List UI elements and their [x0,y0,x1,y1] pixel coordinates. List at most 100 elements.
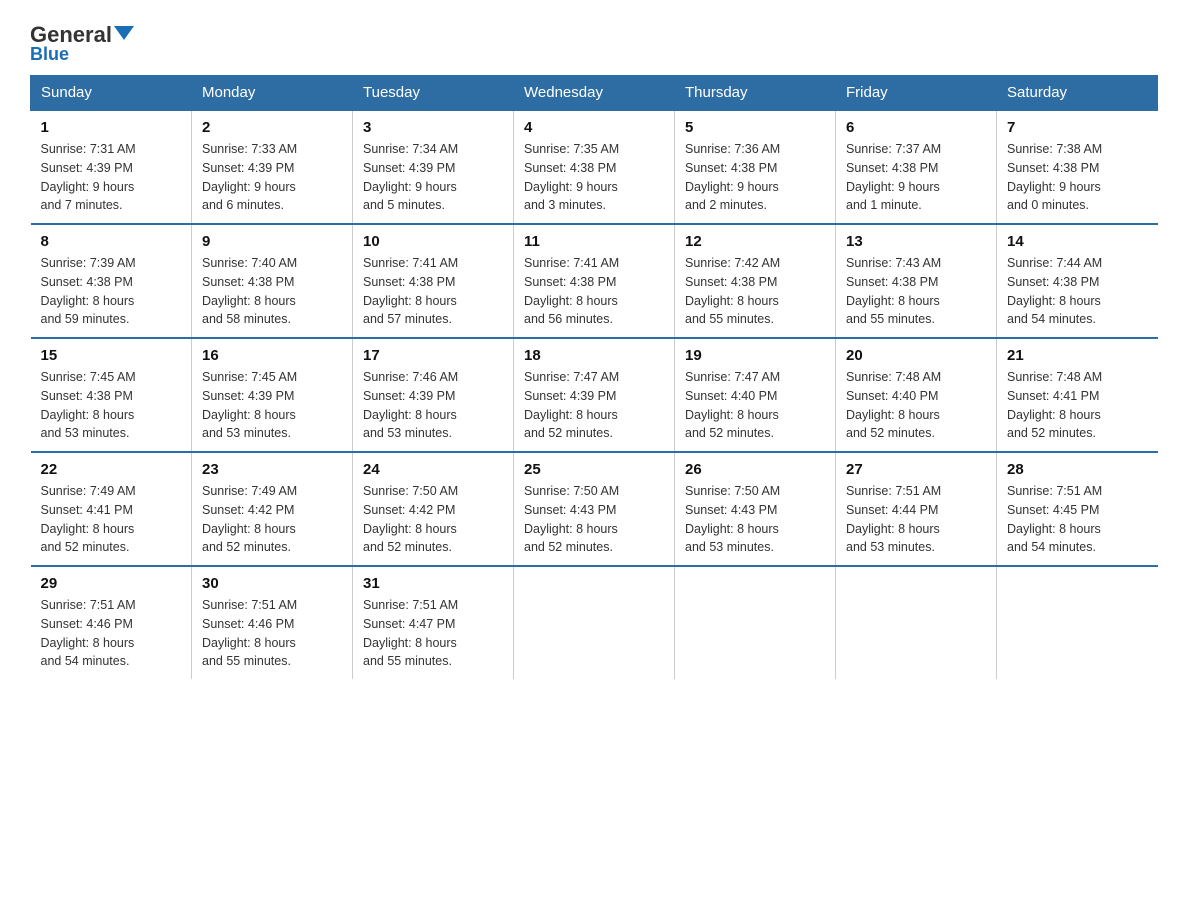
day-number: 16 [202,347,342,364]
calendar-cell: 14 Sunrise: 7:44 AMSunset: 4:38 PMDaylig… [997,224,1158,338]
calendar-cell: 9 Sunrise: 7:40 AMSunset: 4:38 PMDayligh… [192,224,353,338]
calendar-cell: 13 Sunrise: 7:43 AMSunset: 4:38 PMDaylig… [836,224,997,338]
day-info: Sunrise: 7:49 AMSunset: 4:42 PMDaylight:… [202,482,342,557]
day-info: Sunrise: 7:48 AMSunset: 4:40 PMDaylight:… [846,368,986,443]
calendar-cell [836,566,997,679]
day-info: Sunrise: 7:39 AMSunset: 4:38 PMDaylight:… [41,254,182,329]
day-info: Sunrise: 7:41 AMSunset: 4:38 PMDaylight:… [363,254,503,329]
calendar-week-row: 29 Sunrise: 7:51 AMSunset: 4:46 PMDaylig… [31,566,1158,679]
calendar-cell: 17 Sunrise: 7:46 AMSunset: 4:39 PMDaylig… [353,338,514,452]
calendar-week-row: 22 Sunrise: 7:49 AMSunset: 4:41 PMDaylig… [31,452,1158,566]
calendar-cell: 2 Sunrise: 7:33 AMSunset: 4:39 PMDayligh… [192,110,353,224]
calendar-cell: 23 Sunrise: 7:49 AMSunset: 4:42 PMDaylig… [192,452,353,566]
day-number: 15 [41,347,182,364]
day-info: Sunrise: 7:50 AMSunset: 4:43 PMDaylight:… [524,482,664,557]
calendar-cell: 5 Sunrise: 7:36 AMSunset: 4:38 PMDayligh… [675,110,836,224]
day-number: 28 [1007,461,1148,478]
day-number: 27 [846,461,986,478]
day-number: 12 [685,233,825,250]
day-info: Sunrise: 7:50 AMSunset: 4:42 PMDaylight:… [363,482,503,557]
calendar-cell: 8 Sunrise: 7:39 AMSunset: 4:38 PMDayligh… [31,224,192,338]
day-info: Sunrise: 7:45 AMSunset: 4:39 PMDaylight:… [202,368,342,443]
calendar-cell: 7 Sunrise: 7:38 AMSunset: 4:38 PMDayligh… [997,110,1158,224]
calendar-cell: 31 Sunrise: 7:51 AMSunset: 4:47 PMDaylig… [353,566,514,679]
day-number: 1 [41,119,182,136]
calendar-cell: 12 Sunrise: 7:42 AMSunset: 4:38 PMDaylig… [675,224,836,338]
logo: General Blue [30,24,134,65]
calendar-cell: 1 Sunrise: 7:31 AMSunset: 4:39 PMDayligh… [31,110,192,224]
day-info: Sunrise: 7:38 AMSunset: 4:38 PMDaylight:… [1007,140,1148,215]
day-info: Sunrise: 7:51 AMSunset: 4:46 PMDaylight:… [41,596,182,671]
day-number: 11 [524,233,664,250]
day-info: Sunrise: 7:35 AMSunset: 4:38 PMDaylight:… [524,140,664,215]
day-number: 29 [41,575,182,592]
day-number: 21 [1007,347,1148,364]
day-number: 6 [846,119,986,136]
day-info: Sunrise: 7:34 AMSunset: 4:39 PMDaylight:… [363,140,503,215]
day-number: 4 [524,119,664,136]
calendar-week-row: 15 Sunrise: 7:45 AMSunset: 4:38 PMDaylig… [31,338,1158,452]
day-number: 10 [363,233,503,250]
day-number: 14 [1007,233,1148,250]
calendar-cell: 16 Sunrise: 7:45 AMSunset: 4:39 PMDaylig… [192,338,353,452]
calendar-header-row: SundayMondayTuesdayWednesdayThursdayFrid… [31,76,1158,111]
day-number: 23 [202,461,342,478]
day-number: 20 [846,347,986,364]
calendar-cell: 22 Sunrise: 7:49 AMSunset: 4:41 PMDaylig… [31,452,192,566]
calendar-cell [997,566,1158,679]
header-saturday: Saturday [997,76,1158,111]
day-number: 30 [202,575,342,592]
calendar-cell: 19 Sunrise: 7:47 AMSunset: 4:40 PMDaylig… [675,338,836,452]
day-number: 7 [1007,119,1148,136]
calendar-cell: 28 Sunrise: 7:51 AMSunset: 4:45 PMDaylig… [997,452,1158,566]
calendar-cell: 11 Sunrise: 7:41 AMSunset: 4:38 PMDaylig… [514,224,675,338]
day-number: 19 [685,347,825,364]
day-number: 17 [363,347,503,364]
calendar-cell: 21 Sunrise: 7:48 AMSunset: 4:41 PMDaylig… [997,338,1158,452]
header-wednesday: Wednesday [514,76,675,111]
calendar-cell: 25 Sunrise: 7:50 AMSunset: 4:43 PMDaylig… [514,452,675,566]
day-info: Sunrise: 7:46 AMSunset: 4:39 PMDaylight:… [363,368,503,443]
day-number: 25 [524,461,664,478]
calendar-cell: 27 Sunrise: 7:51 AMSunset: 4:44 PMDaylig… [836,452,997,566]
day-number: 8 [41,233,182,250]
day-info: Sunrise: 7:43 AMSunset: 4:38 PMDaylight:… [846,254,986,329]
day-number: 18 [524,347,664,364]
header-friday: Friday [836,76,997,111]
day-info: Sunrise: 7:45 AMSunset: 4:38 PMDaylight:… [41,368,182,443]
header-thursday: Thursday [675,76,836,111]
calendar-cell: 3 Sunrise: 7:34 AMSunset: 4:39 PMDayligh… [353,110,514,224]
day-number: 22 [41,461,182,478]
calendar-week-row: 8 Sunrise: 7:39 AMSunset: 4:38 PMDayligh… [31,224,1158,338]
day-number: 2 [202,119,342,136]
calendar-cell [514,566,675,679]
logo-general: General [30,24,112,46]
calendar-cell: 30 Sunrise: 7:51 AMSunset: 4:46 PMDaylig… [192,566,353,679]
calendar-cell: 4 Sunrise: 7:35 AMSunset: 4:38 PMDayligh… [514,110,675,224]
day-info: Sunrise: 7:33 AMSunset: 4:39 PMDaylight:… [202,140,342,215]
day-info: Sunrise: 7:37 AMSunset: 4:38 PMDaylight:… [846,140,986,215]
day-info: Sunrise: 7:50 AMSunset: 4:43 PMDaylight:… [685,482,825,557]
day-info: Sunrise: 7:40 AMSunset: 4:38 PMDaylight:… [202,254,342,329]
calendar-cell: 29 Sunrise: 7:51 AMSunset: 4:46 PMDaylig… [31,566,192,679]
day-info: Sunrise: 7:41 AMSunset: 4:38 PMDaylight:… [524,254,664,329]
header-monday: Monday [192,76,353,111]
day-number: 13 [846,233,986,250]
header-tuesday: Tuesday [353,76,514,111]
day-info: Sunrise: 7:42 AMSunset: 4:38 PMDaylight:… [685,254,825,329]
day-info: Sunrise: 7:47 AMSunset: 4:39 PMDaylight:… [524,368,664,443]
day-info: Sunrise: 7:48 AMSunset: 4:41 PMDaylight:… [1007,368,1148,443]
day-info: Sunrise: 7:51 AMSunset: 4:46 PMDaylight:… [202,596,342,671]
day-info: Sunrise: 7:44 AMSunset: 4:38 PMDaylight:… [1007,254,1148,329]
day-info: Sunrise: 7:49 AMSunset: 4:41 PMDaylight:… [41,482,182,557]
day-info: Sunrise: 7:51 AMSunset: 4:47 PMDaylight:… [363,596,503,671]
calendar-table: SundayMondayTuesdayWednesdayThursdayFrid… [30,75,1158,679]
calendar-cell: 20 Sunrise: 7:48 AMSunset: 4:40 PMDaylig… [836,338,997,452]
page-header: General Blue [30,24,1158,65]
calendar-cell: 15 Sunrise: 7:45 AMSunset: 4:38 PMDaylig… [31,338,192,452]
calendar-cell [675,566,836,679]
day-info: Sunrise: 7:51 AMSunset: 4:45 PMDaylight:… [1007,482,1148,557]
header-sunday: Sunday [31,76,192,111]
day-info: Sunrise: 7:36 AMSunset: 4:38 PMDaylight:… [685,140,825,215]
day-info: Sunrise: 7:47 AMSunset: 4:40 PMDaylight:… [685,368,825,443]
